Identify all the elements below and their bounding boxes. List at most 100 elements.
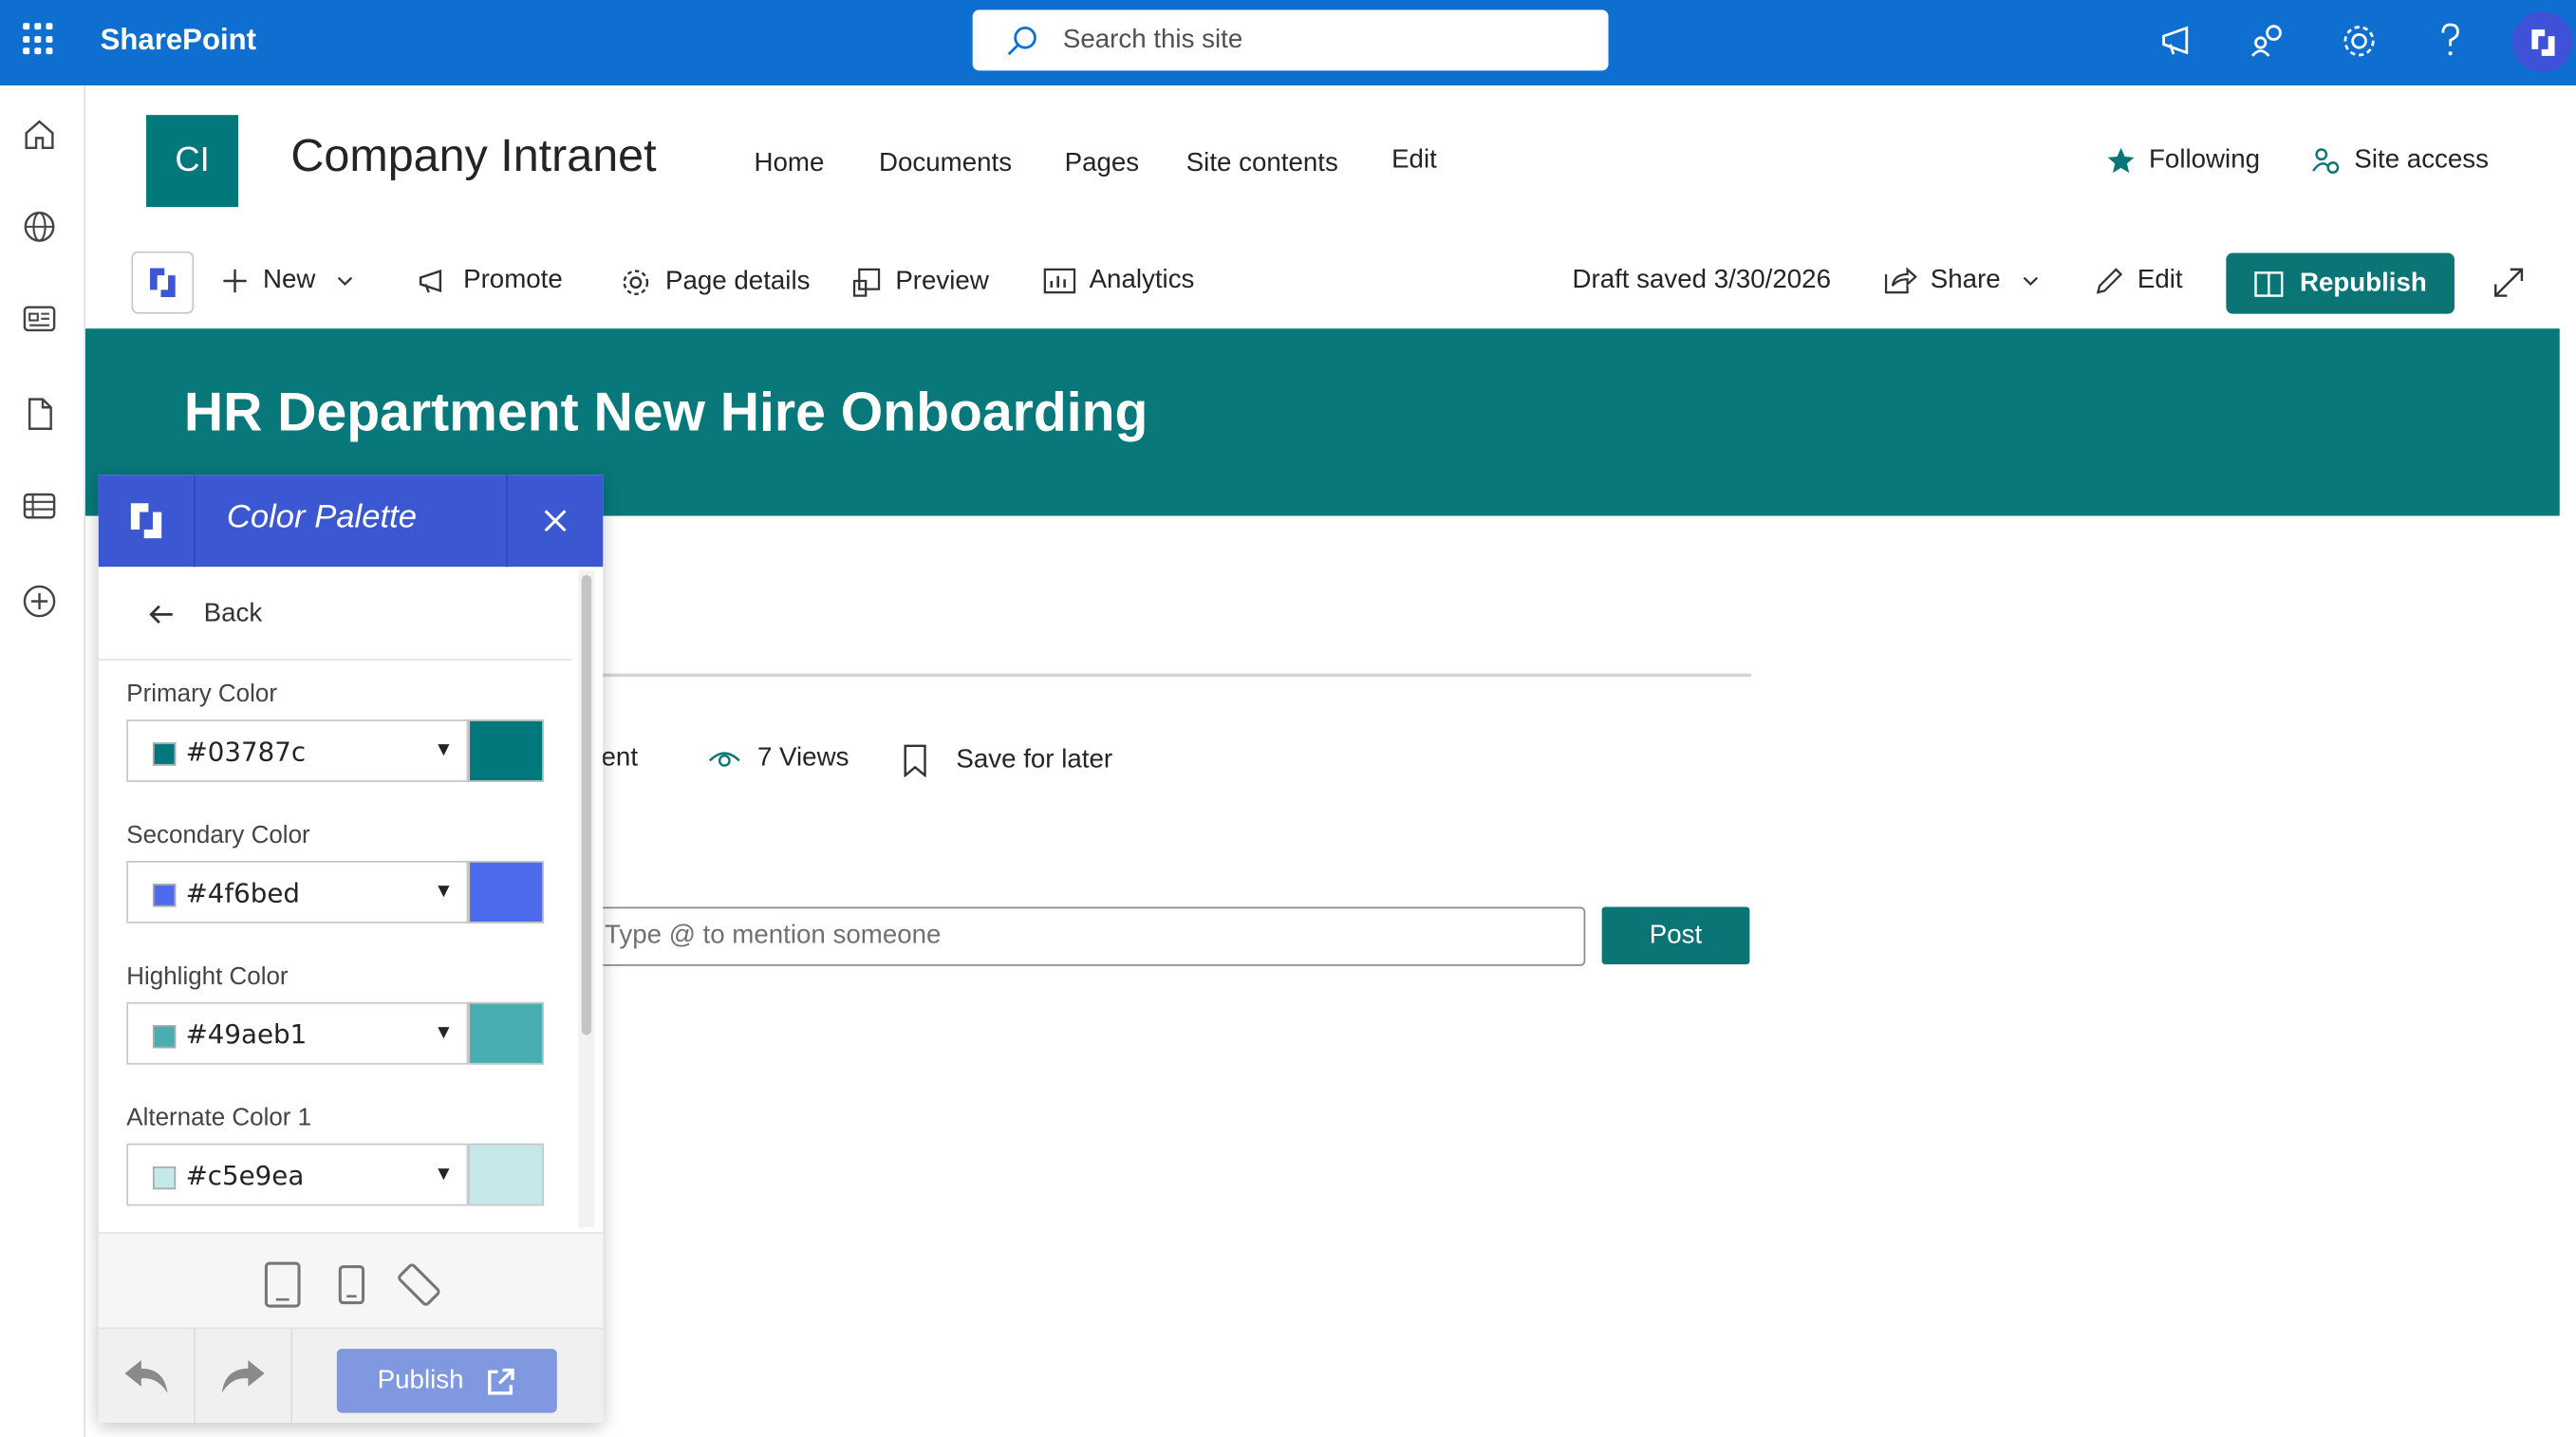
save-for-later-button[interactable]: Save for later: [901, 744, 1113, 777]
suite-bar: SharePoint Search this site: [0, 0, 2576, 86]
help-icon[interactable]: [2428, 20, 2471, 63]
alternate-color-1-label: Alternate Color 1: [126, 1104, 312, 1132]
plus-icon: [223, 269, 247, 293]
secondary-color-select[interactable]: #4f6bed ▼: [126, 860, 469, 924]
following-label: Following: [2149, 146, 2261, 175]
list-icon[interactable]: [20, 486, 60, 526]
home-icon[interactable]: [20, 115, 60, 155]
page-details-button[interactable]: Page details: [620, 266, 811, 299]
divider: [601, 673, 1752, 678]
primary-color-select[interactable]: #03787c ▼: [126, 719, 469, 782]
tablet-icon[interactable]: [263, 1260, 303, 1310]
nav-documents[interactable]: Documents: [879, 150, 1012, 179]
phone-icon[interactable]: [337, 1260, 366, 1310]
share-button[interactable]: Share: [1884, 266, 2040, 295]
app-launcher-icon[interactable]: [23, 23, 56, 56]
arrow-left-icon: [149, 604, 173, 624]
app-name[interactable]: SharePoint: [101, 23, 256, 57]
globe-icon[interactable]: [20, 207, 60, 247]
scrollbar-thumb[interactable]: [581, 574, 592, 1036]
post-button[interactable]: Post: [1601, 906, 1750, 965]
highlight-color-swatch: [152, 1025, 177, 1049]
promote-label: Promote: [463, 266, 563, 294]
republish-button[interactable]: Republish: [2226, 252, 2455, 314]
external-link-icon: [488, 1367, 515, 1394]
megaphone-icon[interactable]: [2157, 20, 2200, 63]
nav-site-contents[interactable]: Site contents: [1186, 150, 1338, 179]
star-icon: [2107, 147, 2135, 174]
add-circle-icon[interactable]: [20, 582, 60, 622]
site-access-label: Site access: [2354, 146, 2489, 175]
site-access-button[interactable]: Site access: [2311, 146, 2489, 176]
avatar[interactable]: [2511, 11, 2573, 73]
redo-icon: [221, 1359, 265, 1392]
back-label: Back: [203, 598, 263, 627]
alternate-color-1-select[interactable]: #c5e9ea ▼: [126, 1143, 469, 1206]
people-icon[interactable]: [2248, 20, 2290, 63]
primary-color-value: #03787c: [185, 736, 307, 768]
dropdown-arrow-icon: ▼: [434, 737, 454, 761]
nav-pages[interactable]: Pages: [1065, 150, 1140, 179]
primary-color-label: Primary Color: [126, 680, 277, 709]
highlight-color-select[interactable]: #49aeb1 ▼: [126, 1001, 469, 1065]
primary-color-preview[interactable]: [468, 719, 544, 782]
republish-label: Republish: [2299, 269, 2427, 297]
panel-scrollbar[interactable]: [578, 569, 595, 1227]
promote-button[interactable]: Promote: [418, 266, 563, 295]
highlight-color-label: Highlight Color: [126, 962, 289, 991]
preview-button[interactable]: Preview: [852, 266, 989, 299]
news-icon[interactable]: [20, 299, 60, 339]
save-label: Save for later: [956, 745, 1113, 774]
panel-logo: [99, 475, 196, 568]
brand-logo-icon: [2530, 28, 2554, 55]
following-button[interactable]: Following: [2106, 146, 2260, 176]
bookmark-icon: [904, 744, 926, 777]
edit-button[interactable]: Edit: [2095, 266, 2183, 295]
highlight-color-preview[interactable]: [468, 1001, 544, 1065]
secondary-color-value: #4f6bed: [185, 877, 300, 909]
nav-home[interactable]: Home: [754, 150, 824, 179]
book-icon: [2254, 271, 2284, 296]
publish-button[interactable]: Publish: [336, 1349, 557, 1413]
brand-logo-icon: [130, 503, 162, 539]
alternate-color-1-preview[interactable]: [468, 1143, 544, 1206]
back-button[interactable]: Back: [98, 569, 572, 661]
gear-icon[interactable]: [2338, 20, 2380, 63]
chevron-down-icon: [2023, 276, 2038, 287]
search-icon: [1007, 27, 1036, 56]
comment-count[interactable]: ent: [602, 744, 639, 774]
page-details-label: Page details: [665, 268, 811, 296]
new-button[interactable]: New: [220, 266, 355, 295]
preview-label: Preview: [895, 268, 989, 296]
nav-edit[interactable]: Edit: [1391, 146, 1437, 176]
secondary-color-preview[interactable]: [468, 860, 544, 924]
primary-color-swatch: [152, 742, 177, 766]
people-settings-icon: [2312, 148, 2340, 174]
preview-icon: [852, 268, 881, 297]
undo-button[interactable]: [99, 1329, 196, 1423]
views-count: 7 Views: [708, 744, 849, 774]
expand-icon[interactable]: [2491, 265, 2527, 301]
megaphone-icon: [419, 269, 442, 293]
share-label: Share: [1930, 266, 2001, 294]
eye-icon: [708, 752, 740, 767]
chevron-down-icon: [337, 276, 353, 287]
analytics-icon: [1043, 268, 1076, 294]
search-input[interactable]: Search this site: [972, 9, 1609, 71]
close-button[interactable]: [506, 475, 603, 568]
panel-header: Color Palette: [98, 475, 604, 568]
comment-input[interactable]: Type @ to mention someone: [585, 906, 1586, 966]
analytics-button[interactable]: Analytics: [1043, 266, 1194, 295]
secondary-color-swatch: [152, 884, 177, 907]
site-title[interactable]: Company Intranet: [290, 130, 656, 182]
page-title: HR Department New Hire Onboarding: [183, 381, 1148, 442]
panel-title: Color Palette: [226, 499, 417, 536]
rotate-device-icon[interactable]: [394, 1260, 443, 1310]
edit-label: Edit: [2137, 266, 2183, 294]
alternate-color-1-swatch: [152, 1166, 177, 1190]
redo-button[interactable]: [196, 1329, 293, 1423]
brand-logo-icon: [150, 268, 176, 297]
document-icon[interactable]: [20, 394, 60, 434]
app-logo-button[interactable]: [131, 251, 195, 314]
site-logo[interactable]: CI: [146, 115, 238, 208]
